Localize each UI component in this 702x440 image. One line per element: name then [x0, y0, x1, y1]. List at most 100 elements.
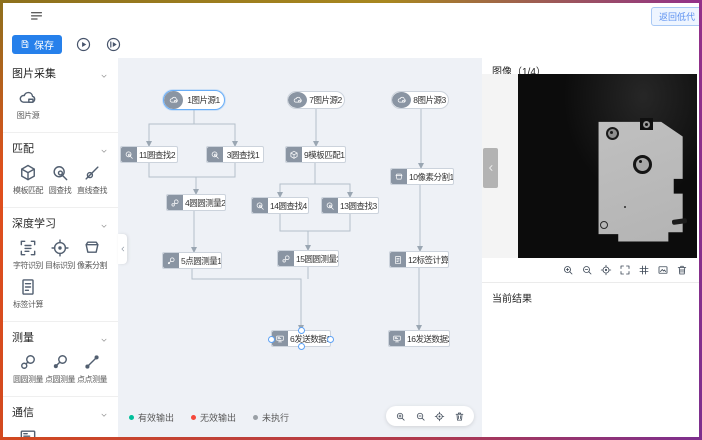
tool-item-ocr[interactable]: 字符识别: [12, 238, 44, 271]
node-label: 16发送数据2: [405, 333, 449, 345]
tool-item-label: 字符识别: [13, 260, 43, 271]
current-result-title: 当前结果: [492, 290, 532, 305]
flow-node-13[interactable]: 13圆查找3: [321, 197, 379, 214]
collapse-sidebar-handle[interactable]: [118, 234, 127, 264]
tool-item-cloud-image[interactable]: 图片源: [12, 88, 44, 121]
zoom-out-icon[interactable]: [415, 411, 426, 422]
tool-item-circle-find[interactable]: 圆查找: [44, 163, 76, 196]
tool-item-label: 模板匹配: [13, 185, 43, 196]
measure-cc-icon: [278, 251, 294, 266]
image-gutter: [482, 74, 518, 258]
menu-icon[interactable]: [29, 9, 44, 24]
legend-item: 无效输出: [191, 411, 236, 424]
run-once-button[interactable]: [105, 36, 122, 53]
flow-node-10[interactable]: 10像素分割1: [390, 168, 454, 185]
node-label: 11圆查找2: [137, 149, 177, 161]
tool-item-label: 圆查找: [49, 185, 72, 196]
sidebar-section: 匹配模板匹配圆查找直线查找: [3, 133, 118, 208]
circle-find-icon: [121, 147, 137, 162]
fullscreen-icon[interactable]: [619, 264, 631, 276]
legend-label: 无效输出: [200, 411, 236, 424]
ocr-icon: [18, 238, 38, 258]
selection-handle[interactable]: [298, 327, 305, 334]
node-label: 12标签计算1: [406, 254, 448, 266]
trash-icon[interactable]: [454, 411, 465, 422]
legend-label: 未执行: [262, 411, 289, 424]
node-label: 10像素分割1: [407, 171, 453, 183]
measure-pc-icon: [50, 352, 70, 372]
zoom-in-icon[interactable]: [395, 411, 406, 422]
tool-item-label: 图片源: [17, 110, 40, 121]
tool-item-segment[interactable]: 像素分割: [76, 238, 108, 271]
locate-icon[interactable]: [600, 264, 612, 276]
compare-icon[interactable]: [657, 264, 669, 276]
node-label: 13圆查找3: [338, 200, 378, 212]
trash-icon[interactable]: [676, 264, 688, 276]
flow-node-6[interactable]: 6发送数据1: [271, 330, 331, 347]
flow-node-11[interactable]: 11圆查找2: [120, 146, 178, 163]
node-label: 9模板匹配1: [302, 149, 345, 161]
measure-pp-icon: [82, 352, 102, 372]
locate-icon[interactable]: [434, 411, 445, 422]
legend-dot: [253, 415, 258, 420]
zoom-in-icon[interactable]: [562, 264, 574, 276]
back-to-lowcode-button[interactable]: 返回低代: [651, 7, 702, 26]
flow-node-7[interactable]: 7图片源2: [287, 91, 345, 109]
node-label: 8图片源3: [411, 94, 448, 106]
chevron-down-icon[interactable]: [99, 68, 109, 78]
node-label: 5点圆测量1: [179, 255, 221, 267]
tool-item-send[interactable]: [12, 427, 44, 437]
legend-dot: [129, 415, 134, 420]
flow-node-3[interactable]: 3圆查找1: [206, 146, 264, 163]
preview-image: [518, 74, 697, 258]
tool-item-measure-pp[interactable]: 点点测量: [76, 352, 108, 385]
flow-node-8[interactable]: 8图片源3: [391, 91, 449, 109]
flow-node-1[interactable]: 1图片源1: [163, 90, 225, 110]
flow-node-12[interactable]: 12标签计算1: [389, 251, 449, 268]
chevron-down-icon[interactable]: [99, 407, 109, 417]
tool-item-cube[interactable]: 模板匹配: [12, 163, 44, 196]
tool-item-target[interactable]: 目标识别: [44, 238, 76, 271]
chevron-down-icon[interactable]: [99, 218, 109, 228]
zoom-out-icon[interactable]: [581, 264, 593, 276]
circle-find-icon: [50, 163, 70, 183]
cloud-image-icon: [288, 92, 307, 108]
measure-cc-icon: [18, 352, 38, 372]
grid-icon[interactable]: [638, 264, 650, 276]
tool-item-tag-calc[interactable]: 标签计算: [12, 277, 44, 310]
selection-handle[interactable]: [327, 336, 334, 343]
tool-item-measure-cc[interactable]: 圆圆测量: [12, 352, 44, 385]
cube-icon: [286, 147, 302, 162]
tag-calc-icon: [390, 252, 406, 267]
flow-node-16[interactable]: 16发送数据2: [388, 330, 450, 347]
flow-canvas[interactable]: 1图片源1 7图片源2 8图片源3 11圆查找2 3圆查找1 9模板匹配1 10像素分割1 4…: [118, 58, 483, 437]
send-icon: [389, 331, 405, 346]
flow-node-5[interactable]: 5点圆测量1: [162, 252, 222, 269]
tool-item-line-find[interactable]: 直线查找: [76, 163, 108, 196]
circle-find-icon: [207, 147, 223, 162]
flow-node-14[interactable]: 14圆查找4: [251, 197, 309, 214]
line-find-icon: [82, 163, 102, 183]
run-button[interactable]: [75, 36, 92, 53]
flow-node-15[interactable]: 15圆圆测量3: [277, 250, 339, 267]
section-title: 深度学习: [12, 215, 56, 231]
tool-item-label: 像素分割: [77, 260, 107, 271]
section-title: 测量: [12, 329, 34, 345]
canvas-toolbar: [386, 406, 474, 426]
selection-handle[interactable]: [298, 343, 305, 350]
save-button[interactable]: 保存: [12, 35, 62, 54]
tool-item-label: 直线查找: [77, 185, 107, 196]
tool-item-measure-pc[interactable]: 点圆测量: [44, 352, 76, 385]
section-title: 通信: [12, 404, 34, 420]
tool-item-label: 目标识别: [45, 260, 75, 271]
cloud-image-icon: [392, 92, 411, 108]
target-icon: [50, 238, 70, 258]
part-hole-small: [606, 127, 619, 140]
chevron-down-icon[interactable]: [99, 332, 109, 342]
cloud-image-icon: [18, 88, 38, 108]
flow-node-4[interactable]: 4圆圆测量2: [166, 194, 226, 211]
prev-image-button[interactable]: [483, 148, 498, 188]
selection-handle[interactable]: [268, 336, 275, 343]
flow-node-9[interactable]: 9模板匹配1: [285, 146, 346, 163]
chevron-down-icon[interactable]: [99, 143, 109, 153]
